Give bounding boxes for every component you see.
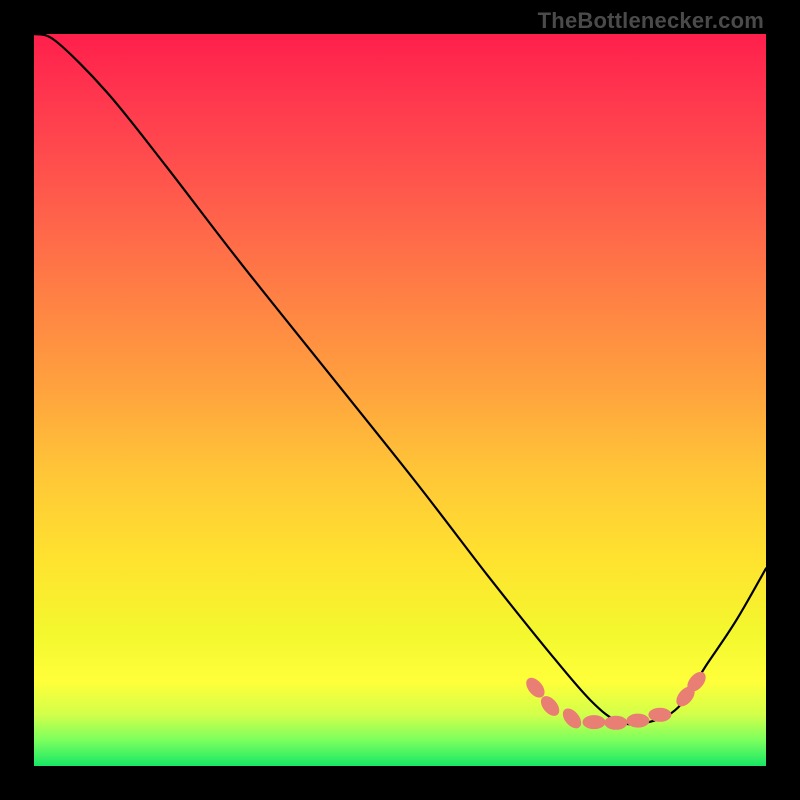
plot-overlay <box>34 34 766 766</box>
min-region-markers <box>523 669 708 731</box>
curve-marker <box>627 714 649 727</box>
curve-marker <box>583 716 605 729</box>
bottleneck-curve <box>34 34 766 724</box>
chart-frame: TheBottlenecker.com <box>0 0 800 800</box>
curve-marker <box>649 708 671 721</box>
curve-marker <box>605 716 627 729</box>
plot-area <box>34 34 766 766</box>
attribution-text: TheBottlenecker.com <box>538 8 764 34</box>
curve-marker <box>560 706 584 731</box>
